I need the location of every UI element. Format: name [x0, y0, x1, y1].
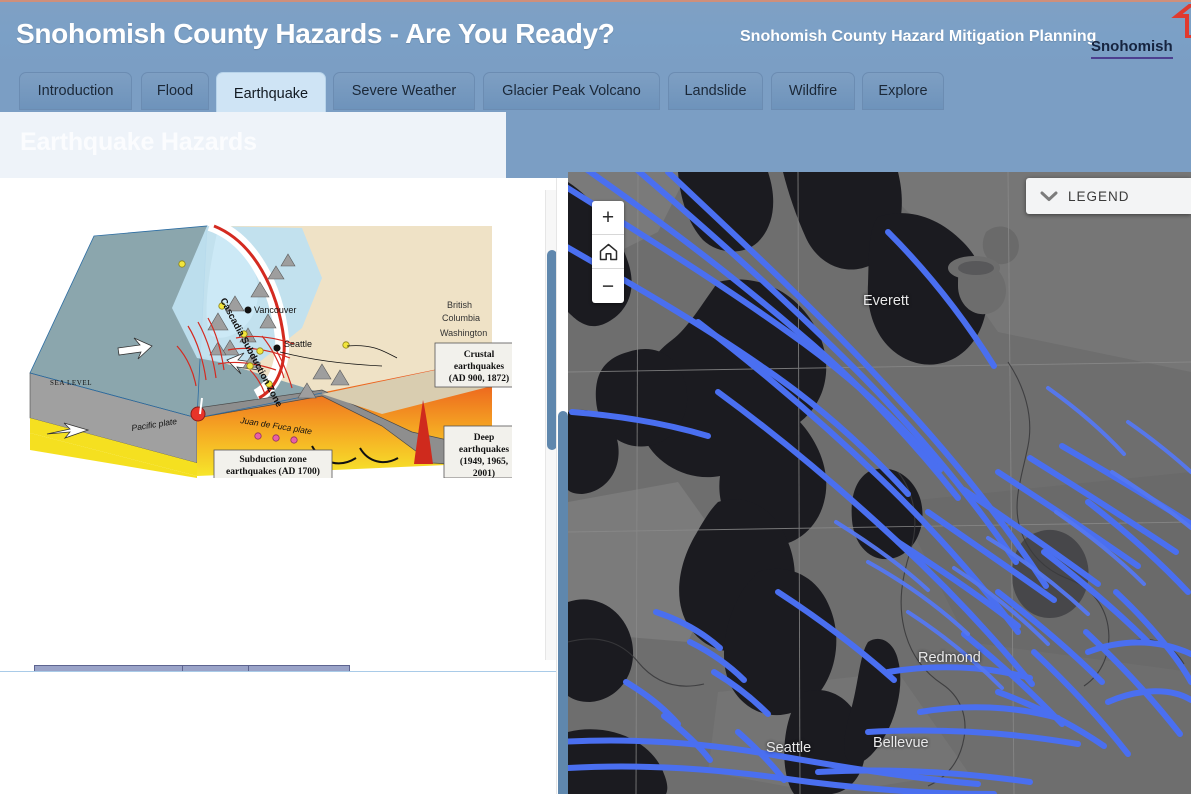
svg-text:Deep: Deep: [474, 433, 495, 443]
tab-glacier-peak-volcano[interactable]: Glacier Peak Volcano: [483, 72, 660, 110]
page-title: Snohomish County Hazards - Are You Ready…: [16, 18, 615, 50]
chevron-down-icon[interactable]: [1040, 190, 1058, 202]
panel-scrollbar-thumb[interactable]: [558, 411, 568, 794]
svg-text:earthquakes (AD 1700): earthquakes (AD 1700): [226, 466, 320, 477]
table-header-row: Source Max. Size Recurrence: [35, 666, 350, 673]
col-max-size: Max. Size: [183, 666, 249, 673]
home-icon: [599, 243, 618, 261]
map-canvas[interactable]: [568, 172, 1191, 794]
figure-label-washington: Washington: [440, 328, 487, 338]
figure-label-sea-level: SEA LEVEL: [50, 379, 92, 387]
figure-label-columbia: Columbia: [442, 313, 480, 323]
tab-landslide[interactable]: Landslide: [668, 72, 763, 110]
application-root: Snohomish County Hazards - Are You Ready…: [0, 0, 1191, 794]
header-subtitle: Snohomish County Hazard Mitigation Plann…: [740, 28, 1096, 46]
map-legend-label: LEGEND: [1068, 189, 1130, 204]
svg-text:Subduction zone: Subduction zone: [239, 455, 306, 465]
tab-explore[interactable]: Explore: [862, 72, 944, 110]
tab-flood[interactable]: Flood: [141, 72, 209, 110]
map-zoom-controls[interactable]: + −: [592, 201, 624, 303]
figure-scroll-region: SEA LEVEL Cascadia Subduction Zone Pacif…: [0, 178, 556, 672]
figure-label-seattle: Seattle: [284, 339, 312, 349]
callout-subduction-zone: Subduction zone earthquakes (AD 1700): [214, 450, 332, 478]
tab-earthquake[interactable]: Earthquake: [216, 72, 326, 114]
cascadia-subduction-diagram: SEA LEVEL Cascadia Subduction Zone Pacif…: [22, 218, 512, 478]
panel-scrollbar[interactable]: [556, 178, 568, 794]
tab-wildfire[interactable]: Wildfire: [771, 72, 855, 110]
svg-text:(1949, 1965,: (1949, 1965,: [460, 456, 509, 467]
home-button[interactable]: [592, 235, 624, 269]
callout-crustal-earthquakes: Crustal earthquakes (AD 900, 1872): [435, 343, 512, 387]
red-arrow-logo-icon: [1163, 4, 1191, 38]
col-source: Source: [35, 666, 183, 673]
logo[interactable]: Snohomish: [1085, 2, 1191, 68]
svg-text:(AD 900, 1872): (AD 900, 1872): [449, 373, 509, 384]
main-navigation: Introduction Flood Earthquake Severe Wea…: [0, 68, 1191, 114]
svg-text:2001): 2001): [473, 468, 495, 478]
section-title: Earthquake Hazards: [20, 128, 257, 157]
figure-label-british: British: [447, 300, 472, 310]
zoom-in-button[interactable]: +: [592, 201, 624, 235]
site-header: Snohomish County Hazards - Are You Ready…: [0, 0, 1191, 68]
hazard-map[interactable]: Everett Redmond Bellevue Seattle + −: [568, 172, 1191, 794]
earthquake-source-table: Source Max. Size Recurrence Subduction z…: [34, 665, 350, 672]
figure-label-vancouver: Vancouver: [254, 305, 296, 315]
svg-text:earthquakes: earthquakes: [459, 445, 509, 455]
tab-severe-weather[interactable]: Severe Weather: [333, 72, 475, 110]
content-panel: SEA LEVEL Cascadia Subduction Zone Pacif…: [0, 178, 568, 794]
col-recurrence: Recurrence: [249, 666, 350, 673]
zoom-out-button[interactable]: −: [592, 269, 624, 303]
logo-text: Snohomish: [1091, 38, 1173, 59]
section-band-filler: [506, 112, 1191, 178]
svg-text:earthquakes: earthquakes: [454, 362, 504, 372]
svg-text:Crustal: Crustal: [464, 350, 495, 360]
map-legend-widget[interactable]: LEGEND: [1026, 178, 1191, 214]
callout-deep-earthquakes: Deep earthquakes (1949, 1965, 2001): [444, 426, 512, 478]
tab-introduction[interactable]: Introduction: [19, 72, 132, 110]
